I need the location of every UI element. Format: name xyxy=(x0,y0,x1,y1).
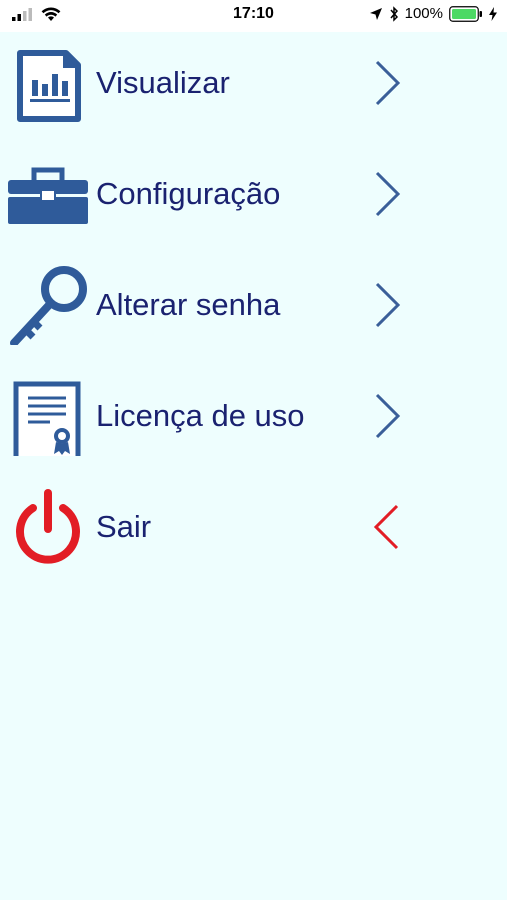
menu-item-licenca-de-uso[interactable]: Licença de uso xyxy=(0,366,507,467)
chevron-right-icon xyxy=(375,171,401,217)
menu-item-label: Sair xyxy=(96,509,152,544)
certificate-icon xyxy=(8,376,88,467)
chevron-right-icon xyxy=(375,60,401,106)
chevron-right-icon xyxy=(375,282,401,328)
status-right: 100% xyxy=(369,5,497,22)
menu-item-label: Licença de uso xyxy=(96,398,305,433)
menu-item-label: Alterar senha xyxy=(96,287,281,322)
toolbox-icon xyxy=(8,154,88,234)
key-icon xyxy=(8,265,88,347)
menu-item-label: Configuração xyxy=(96,176,281,211)
menu-item-alterar-senha[interactable]: Alterar senha xyxy=(0,255,507,355)
charging-bolt-icon xyxy=(489,6,497,21)
power-icon xyxy=(8,487,88,567)
chevron-right-icon xyxy=(375,393,401,439)
bluetooth-icon xyxy=(390,5,398,22)
report-chart-icon xyxy=(8,43,88,123)
location-arrow-icon xyxy=(369,7,382,20)
chevron-left-icon xyxy=(373,504,399,550)
menu-item-sair[interactable]: Sair xyxy=(0,477,507,577)
menu-item-visualizar[interactable]: Visualizar xyxy=(0,33,507,133)
menu-item-configuracao[interactable]: Configuração xyxy=(0,144,507,244)
battery-percentage: 100% xyxy=(404,5,443,22)
battery-icon xyxy=(449,5,482,22)
status-bar: 17:10 100% xyxy=(0,0,507,32)
menu-item-label: Visualizar xyxy=(96,65,230,100)
